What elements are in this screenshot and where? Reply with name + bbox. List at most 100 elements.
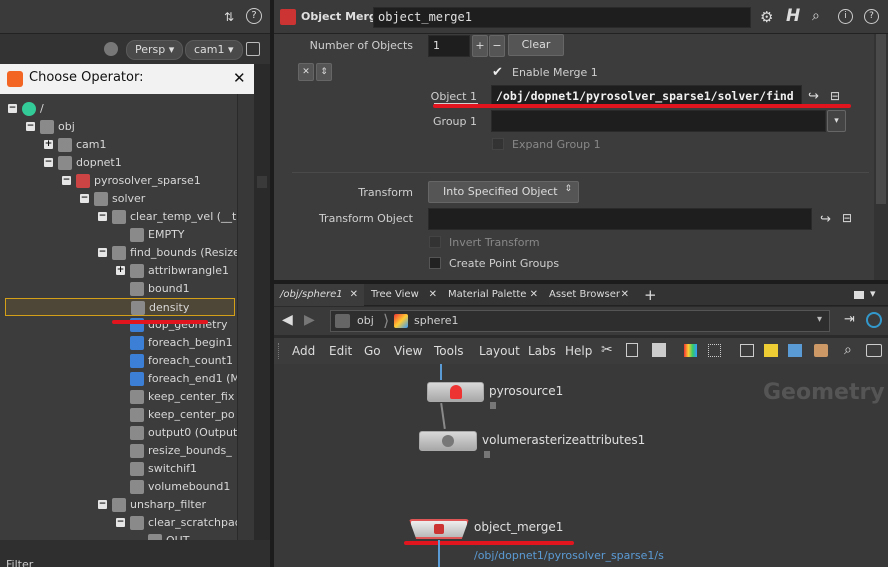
tree-row[interactable]: − unsharp_filter bbox=[0, 496, 237, 514]
dot-icon[interactable] bbox=[814, 344, 828, 357]
add-object-button[interactable]: + bbox=[472, 35, 488, 57]
pane-menu-icon[interactable]: ▾ bbox=[870, 287, 876, 300]
tree-row[interactable]: bound1 bbox=[0, 280, 237, 298]
tree-row[interactable]: − clear_scratchpad (t bbox=[0, 514, 237, 532]
tree-row[interactable]: resize_bounds_ bbox=[0, 442, 237, 460]
node-chooser-icon[interactable]: ⊟ bbox=[830, 89, 846, 103]
expand-icon[interactable]: + bbox=[44, 140, 53, 149]
node-volumerasterizeattributes1[interactable] bbox=[419, 431, 477, 451]
tree-row[interactable]: OUT bbox=[0, 532, 237, 540]
expand-icon[interactable]: + bbox=[116, 266, 125, 275]
enable-merge-checkmark-icon[interactable]: ✔ bbox=[492, 65, 503, 80]
collapse-icon[interactable]: − bbox=[62, 176, 71, 185]
path-dropdown-icon[interactable]: ▾ bbox=[817, 314, 822, 325]
link-icon[interactable] bbox=[866, 312, 882, 328]
tab-close-icon[interactable]: ✕ bbox=[621, 284, 629, 306]
parameter-scroll-thumb[interactable] bbox=[876, 34, 886, 204]
pin-icon[interactable]: ⇥ bbox=[844, 312, 855, 327]
tree-row[interactable]: − clear_temp_vel (__t bbox=[0, 208, 237, 226]
tab-close-icon[interactable]: ✕ bbox=[429, 284, 437, 306]
node-object-merge1[interactable] bbox=[409, 519, 469, 539]
expand-group-checkbox[interactable] bbox=[492, 138, 504, 150]
search-icon[interactable]: ⌕ bbox=[812, 8, 820, 24]
lock-icon[interactable] bbox=[104, 42, 118, 56]
info-icon[interactable]: i bbox=[838, 9, 853, 24]
tree-row[interactable]: EMPTY bbox=[0, 226, 237, 244]
delete-instance-button[interactable]: ✕ bbox=[298, 63, 314, 81]
path-segment-obj[interactable]: obj bbox=[357, 314, 374, 327]
clear-button[interactable]: Clear bbox=[508, 34, 564, 56]
tab-material-palette[interactable]: Material Palette ✕ bbox=[442, 284, 544, 306]
tab-asset-browser[interactable]: Asset Browser ✕ bbox=[543, 284, 635, 306]
tree-row[interactable]: keep_center_po bbox=[0, 406, 237, 424]
tree-row[interactable]: dop_geometry bbox=[0, 316, 237, 334]
collapse-icon[interactable]: − bbox=[26, 122, 35, 131]
transform-object-field[interactable] bbox=[428, 208, 812, 230]
node-pyrosource1[interactable] bbox=[427, 382, 484, 402]
tree-row[interactable]: volumebound1 bbox=[0, 478, 237, 496]
collapse-icon[interactable]: − bbox=[98, 500, 107, 509]
tree-row[interactable]: + attribwrangle1 bbox=[0, 262, 237, 280]
network-box-icon[interactable] bbox=[740, 344, 754, 357]
hscript-icon[interactable]: H bbox=[786, 6, 800, 26]
tree-scrollbar[interactable] bbox=[237, 94, 254, 540]
camera-button[interactable]: cam1 ▾ bbox=[185, 40, 243, 60]
menu-help[interactable]: Help bbox=[565, 338, 592, 364]
num-objects-field[interactable]: 1 bbox=[428, 35, 470, 57]
menu-go[interactable]: Go bbox=[364, 338, 381, 364]
parameter-scrollbar[interactable] bbox=[874, 34, 888, 280]
tree-row[interactable]: − dopnet1 bbox=[0, 154, 237, 172]
zoom-icon[interactable]: ⌕ bbox=[844, 342, 852, 358]
forward-arrow-icon[interactable]: ▶ bbox=[304, 312, 315, 328]
collapse-icon[interactable]: − bbox=[98, 248, 107, 257]
color-palette-icon[interactable] bbox=[684, 344, 697, 357]
tree-row[interactable]: foreach_end1 (M bbox=[0, 370, 237, 388]
table-icon[interactable] bbox=[652, 343, 666, 357]
help-icon[interactable]: ? bbox=[246, 8, 262, 24]
collapse-icon[interactable]: − bbox=[116, 518, 125, 527]
grid-icon[interactable] bbox=[708, 344, 721, 357]
invert-transform-checkbox[interactable] bbox=[429, 236, 441, 248]
sort-icon[interactable]: ⇅ bbox=[224, 10, 240, 24]
image-icon[interactable] bbox=[788, 344, 802, 357]
menu-edit[interactable]: Edit bbox=[329, 338, 352, 364]
close-icon[interactable]: ✕ bbox=[233, 69, 246, 87]
help-icon-param[interactable]: ? bbox=[864, 9, 879, 24]
group1-menu-button[interactable]: ▾ bbox=[827, 110, 846, 132]
tree-row[interactable]: switchif1 bbox=[0, 460, 237, 478]
menu-labs[interactable]: Labs bbox=[528, 338, 556, 364]
wrench-icon[interactable]: ✂ bbox=[601, 342, 613, 358]
persp-button[interactable]: Persp ▾ bbox=[126, 40, 184, 60]
menu-view[interactable]: View bbox=[394, 338, 422, 364]
operator-tree[interactable]: − / − obj + cam1− dopnet1− pyrosolver_sparse1− s… bbox=[0, 94, 237, 540]
transform-chooser-icon[interactable]: ⊟ bbox=[842, 211, 852, 225]
collapse-icon[interactable]: − bbox=[98, 212, 107, 221]
jump-to-node-icon[interactable]: ↪ bbox=[808, 89, 819, 104]
transform-jump-icon[interactable]: ↪ bbox=[820, 212, 831, 227]
menu-layout[interactable]: Layout bbox=[479, 338, 520, 364]
tree-row[interactable]: − obj bbox=[0, 118, 237, 136]
sticky-note-icon[interactable] bbox=[764, 344, 778, 357]
network-editor[interactable]: Geometry pyrosource1 volumerasterizeattr… bbox=[274, 364, 888, 567]
tree-row[interactable]: foreach_begin1 bbox=[0, 334, 237, 352]
tree-row[interactable]: − find_bounds (Resize bbox=[0, 244, 237, 262]
tree-row[interactable]: − solver bbox=[0, 190, 237, 208]
path-field[interactable]: obj ⟩ sphere1 ▾ bbox=[330, 310, 830, 332]
tab-obj-sphere1[interactable]: /obj/sphere1 ✕ bbox=[274, 284, 364, 306]
node-name-field[interactable]: object_merge1 bbox=[373, 7, 751, 28]
collapse-icon[interactable]: − bbox=[44, 158, 53, 167]
tree-row[interactable]: output0 (Output bbox=[0, 424, 237, 442]
menu-add[interactable]: Add bbox=[292, 338, 315, 364]
tree-row[interactable]: keep_center_fix bbox=[0, 388, 237, 406]
tree-row[interactable]: density bbox=[5, 298, 235, 316]
gear-icon[interactable]: ⚙ bbox=[760, 8, 773, 26]
tree-row[interactable]: + cam1 bbox=[0, 136, 237, 154]
create-point-groups-checkbox[interactable] bbox=[429, 257, 441, 269]
tab-close-icon[interactable]: ✕ bbox=[530, 284, 538, 306]
transform-dropdown[interactable]: Into Specified Object ⇕ bbox=[428, 181, 579, 203]
pane-maximize-icon[interactable] bbox=[854, 291, 864, 299]
tab-close-icon[interactable]: ✕ bbox=[350, 284, 358, 306]
collapse-icon[interactable]: − bbox=[80, 194, 89, 203]
display-options-icon[interactable] bbox=[246, 42, 260, 56]
add-tab-icon[interactable]: + bbox=[644, 286, 657, 304]
